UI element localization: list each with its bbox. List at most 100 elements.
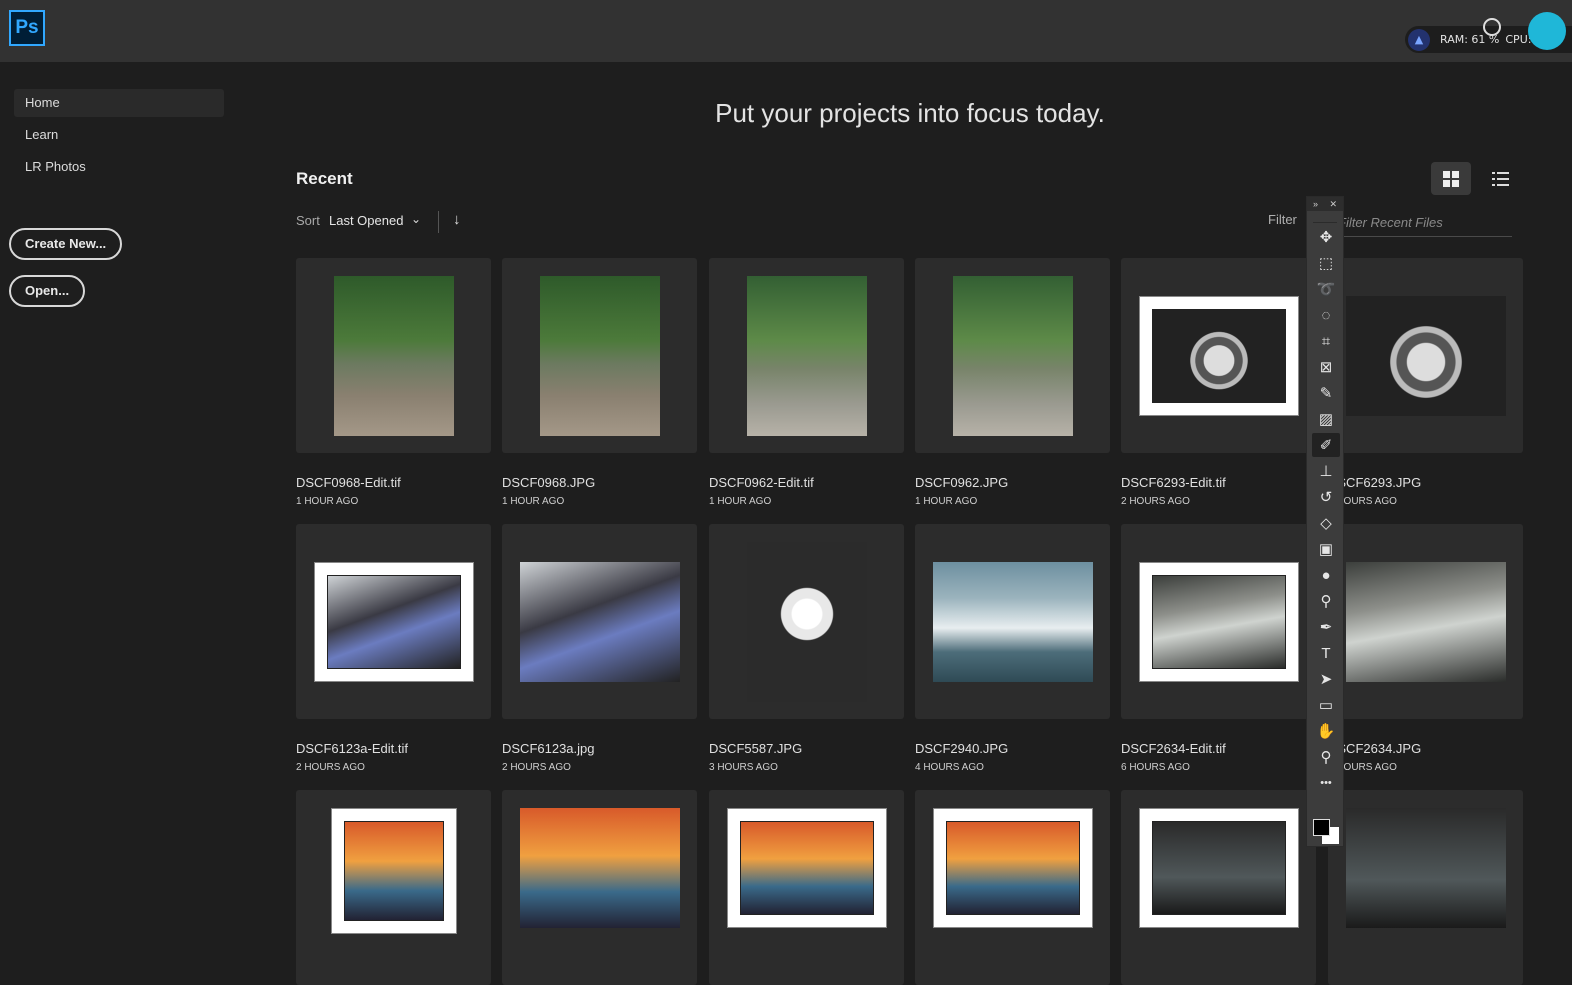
gradient-icon[interactable]: ▣	[1312, 537, 1340, 561]
thumbnail-image	[1151, 574, 1286, 669]
thumbnail-image	[1151, 308, 1286, 403]
recent-file-card[interactable]	[296, 790, 491, 985]
file-name[interactable]: DSCF2634-Edit.tif	[1121, 741, 1226, 756]
file-name[interactable]: DSCF6123a.jpg	[502, 741, 595, 756]
file-thumbnail	[519, 561, 680, 682]
file-name[interactable]: DSCF0962-Edit.tif	[709, 475, 814, 490]
recent-file-card[interactable]	[915, 790, 1110, 985]
sidebar-item-home[interactable]: Home	[14, 89, 224, 117]
sort-dropdown[interactable]: Last Opened	[329, 213, 403, 228]
thumbnail-image	[1151, 821, 1286, 915]
recent-file-card[interactable]	[1121, 524, 1316, 719]
recent-file-card[interactable]	[502, 258, 697, 453]
collapse-icon[interactable]: »	[1313, 197, 1318, 211]
recent-file-card[interactable]	[502, 524, 697, 719]
sort-label: Sort	[296, 213, 320, 228]
rocket-icon: ▲	[1408, 28, 1430, 51]
thumbnail-image	[343, 821, 444, 921]
file-timestamp: 1 HOUR AGO	[296, 496, 359, 507]
file-timestamp: 4 HOURS AGO	[915, 762, 984, 773]
more-icon[interactable]: •••	[1312, 771, 1340, 795]
path-select-icon[interactable]: ➤	[1312, 667, 1340, 691]
sidebar-item-learn[interactable]: Learn	[14, 121, 224, 149]
recent-file-card[interactable]	[915, 524, 1110, 719]
recent-file-card[interactable]	[709, 258, 904, 453]
recent-file-card[interactable]	[502, 790, 697, 985]
file-name[interactable]: DSCF0968.JPG	[502, 475, 595, 490]
chevron-down-icon[interactable]: ⌄	[411, 212, 421, 226]
file-thumbnail	[1138, 295, 1299, 416]
brush-icon[interactable]: ✐	[1312, 433, 1340, 457]
create-new-button[interactable]: Create New...	[9, 228, 123, 260]
eraser-icon[interactable]: ◇	[1312, 511, 1340, 535]
file-thumbnail	[1345, 295, 1506, 416]
foreground-color-swatch[interactable]	[1313, 819, 1330, 836]
sidebar-item-lr-photos[interactable]: LR Photos	[14, 153, 224, 181]
list-view-button[interactable]	[1483, 162, 1517, 195]
type-icon[interactable]: T	[1312, 641, 1340, 665]
file-timestamp: 2 HOURS AGO	[296, 762, 365, 773]
file-thumbnail	[333, 275, 454, 436]
file-timestamp: 1 HOUR AGO	[502, 496, 565, 507]
file-name[interactable]: DSCF5587.JPG	[709, 741, 802, 756]
photoshop-logo[interactable]: Ps	[9, 10, 45, 46]
zoom-icon[interactable]: ⚲	[1312, 745, 1340, 769]
lasso-icon[interactable]: ➰	[1312, 277, 1340, 301]
recent-file-card[interactable]	[709, 790, 904, 985]
file-thumbnail	[519, 808, 680, 928]
blur-icon[interactable]: ●	[1312, 563, 1340, 587]
file-timestamp: 1 HOUR AGO	[709, 496, 772, 507]
filter-label: Filter	[1268, 212, 1297, 227]
file-thumbnail	[746, 275, 867, 436]
frame-icon[interactable]: ⊠	[1312, 355, 1340, 379]
recent-file-card[interactable]	[1328, 524, 1523, 719]
file-name[interactable]: DSCF2940.JPG	[915, 741, 1008, 756]
thumbnail-image	[326, 574, 461, 669]
recent-file-card[interactable]	[1121, 258, 1316, 453]
close-icon[interactable]: ✕	[1329, 197, 1337, 211]
sort-direction-icon[interactable]: ↓	[453, 211, 461, 228]
file-name[interactable]: DSCF0962.JPG	[915, 475, 1008, 490]
eyedropper-icon[interactable]: ✎	[1312, 381, 1340, 405]
file-thumbnail	[952, 275, 1073, 436]
file-timestamp: 1 HOUR AGO	[915, 496, 978, 507]
drag-handle[interactable]	[1313, 213, 1337, 223]
recent-file-card[interactable]	[1328, 790, 1523, 985]
quick-select-icon[interactable]: ◌	[1312, 303, 1340, 327]
thumbnail-image	[739, 821, 874, 915]
file-timestamp: 6 HOURS AGO	[1121, 762, 1190, 773]
thumbnail-image	[945, 821, 1080, 915]
pen-icon[interactable]: ✒	[1312, 615, 1340, 639]
hand-icon[interactable]: ✋	[1312, 719, 1340, 743]
sidebar: Home Learn LR Photos Create New... Open.…	[0, 62, 240, 847]
rectangle-icon[interactable]: ▭	[1312, 693, 1340, 717]
file-thumbnail	[1138, 561, 1299, 682]
recent-file-card[interactable]	[709, 524, 904, 719]
dodge-icon[interactable]: ⚲	[1312, 589, 1340, 613]
divider	[438, 211, 439, 233]
file-name[interactable]: DSCF0968-Edit.tif	[296, 475, 401, 490]
grid-view-button[interactable]	[1431, 162, 1471, 195]
file-thumbnail	[726, 808, 887, 928]
recent-file-card[interactable]	[296, 524, 491, 719]
file-name[interactable]: DSCF6123a-Edit.tif	[296, 741, 408, 756]
tools-panel-header[interactable]: » ✕	[1307, 197, 1343, 211]
marquee-icon[interactable]: ⬚	[1312, 251, 1340, 275]
open-button[interactable]: Open...	[9, 275, 86, 307]
file-timestamp: 2 HOURS AGO	[1121, 496, 1190, 507]
recent-file-card[interactable]	[296, 258, 491, 453]
tools-panel[interactable]: » ✕ ✥ ⬚ ➰ ◌ ⌗ ⊠ ✎ ▨ ✐ ⊥ ↺ ◇ ▣ ● ⚲ ✒ T ➤ ▭ ✋ ⚲ •••	[1306, 196, 1344, 847]
top-bar: Ps ▲ RAM: 61 % CPU: 14 %	[0, 0, 1572, 62]
history-brush-icon[interactable]: ↺	[1312, 485, 1340, 509]
stamp-icon[interactable]: ⊥	[1312, 459, 1340, 483]
recent-file-card[interactable]	[1328, 258, 1523, 453]
avatar[interactable]	[1528, 12, 1566, 50]
recent-file-card[interactable]	[915, 258, 1110, 453]
recent-file-card[interactable]	[1121, 790, 1316, 985]
healing-icon[interactable]: ▨	[1312, 407, 1340, 431]
file-name[interactable]: DSCF6293-Edit.tif	[1121, 475, 1226, 490]
move-icon[interactable]: ✥	[1312, 225, 1340, 249]
search-icon[interactable]	[1483, 18, 1501, 36]
file-thumbnail	[932, 561, 1093, 682]
crop-icon[interactable]: ⌗	[1312, 329, 1340, 353]
